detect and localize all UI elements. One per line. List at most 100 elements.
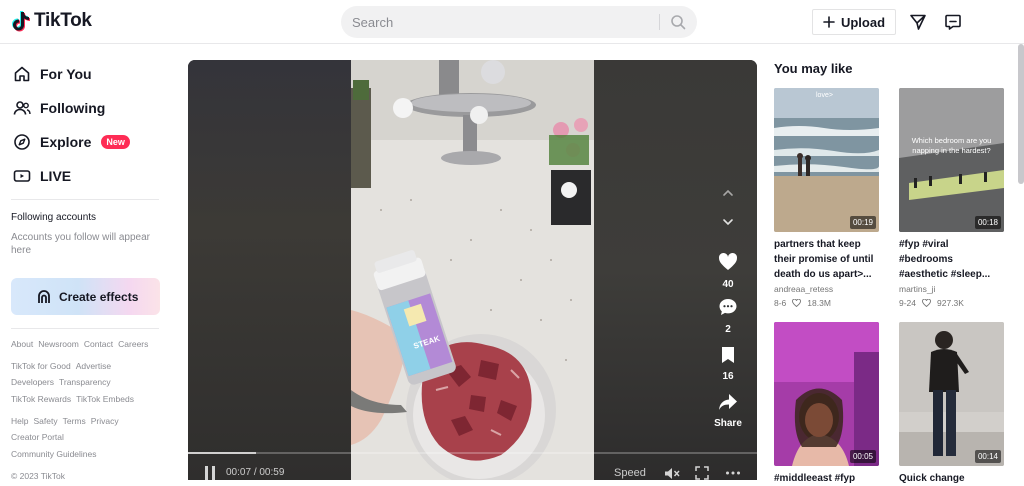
- footer-link[interactable]: Careers: [118, 339, 148, 349]
- footer-links: Creator Portal: [11, 432, 64, 442]
- footer-link[interactable]: TikTok Embeds: [76, 394, 134, 404]
- footer-link[interactable]: Developers: [11, 377, 54, 387]
- video-thumbnail[interactable]: 00:14: [899, 322, 1004, 466]
- video-player[interactable]: STEAK 40 2 16 Share 00:07 / 00:59 Speed: [188, 60, 757, 480]
- like-count: 40: [722, 279, 734, 290]
- duration: 00:59: [259, 467, 285, 478]
- sidebar-item-label: LIVE: [40, 168, 72, 184]
- create-effects-button[interactable]: Create effects: [11, 278, 160, 315]
- progress-track[interactable]: [188, 452, 757, 454]
- video-likes: 18.3M: [807, 298, 831, 308]
- footer-link[interactable]: TikTok for Good: [11, 361, 71, 371]
- video-title[interactable]: #fyp #viral #bedrooms #aesthetic #sleep.…: [899, 237, 1004, 282]
- more-dots-icon: [726, 471, 740, 475]
- upload-button[interactable]: Upload: [812, 9, 896, 35]
- video-card[interactable]: Which bedroom are you napping in the har…: [899, 88, 1004, 308]
- sidebar-item-live[interactable]: LIVE: [12, 166, 71, 186]
- search-button[interactable]: [667, 12, 689, 32]
- thumbnail-room: Which bedroom are you napping in the har…: [899, 88, 1004, 232]
- video-card[interactable]: 00:05 #middleeast #fyp: [774, 322, 879, 486]
- app-name: TikTok: [34, 10, 92, 31]
- video-frame[interactable]: STEAK: [351, 60, 594, 480]
- sidebar-item-label: For You: [40, 66, 92, 82]
- following-accounts-title: Following accounts: [11, 212, 97, 223]
- footer-link[interactable]: Advertise: [76, 361, 111, 371]
- thumbnail-fashion: [899, 322, 1004, 466]
- rail-title: You may like: [774, 61, 853, 76]
- tiktok-logo[interactable]: TikTok: [12, 10, 92, 32]
- video-author[interactable]: martins_ji: [899, 284, 1004, 294]
- recommendations-rail: You may like love> 00:19 partners that k…: [774, 44, 1014, 484]
- share-button[interactable]: Share: [708, 393, 748, 429]
- video-title[interactable]: #middleeast #fyp: [774, 471, 879, 486]
- create-effects-label: Create effects: [59, 289, 139, 304]
- thumbnail-caption: love>: [816, 92, 833, 99]
- following-accounts-empty: Accounts you follow will appear here: [11, 232, 150, 256]
- mute-button[interactable]: [664, 467, 680, 480]
- fullscreen-button[interactable]: [695, 466, 709, 480]
- footer-link[interactable]: Contact: [84, 339, 113, 349]
- current-time: 00:07: [226, 467, 252, 478]
- thumbnail-portrait-purple: [774, 322, 879, 466]
- video-date: 8-6: [774, 298, 787, 308]
- footer-link[interactable]: Newsroom: [38, 339, 79, 349]
- more-options-button[interactable]: [725, 466, 741, 480]
- footer-link[interactable]: Creator Portal: [11, 432, 64, 442]
- top-bar: TikTok Upload: [0, 0, 1024, 44]
- video-duration: 00:19: [849, 216, 876, 229]
- video-card[interactable]: love> 00:19 partners that keep their pro…: [774, 88, 879, 308]
- video-meta: 8-6 18.3M: [774, 298, 879, 308]
- page-scrollbar[interactable]: [1018, 44, 1024, 184]
- sidebar-item-label: Following: [40, 100, 106, 116]
- search-input[interactable]: [341, 14, 641, 30]
- sidebar-item-label: Explore: [40, 134, 92, 150]
- messages-button[interactable]: [908, 12, 928, 32]
- footer-links: Community Guidelines: [11, 449, 97, 459]
- divider: [11, 199, 159, 200]
- video-title[interactable]: partners that keep their promise of unti…: [774, 237, 879, 282]
- fullscreen-icon: [695, 466, 709, 480]
- like-button[interactable]: 40: [708, 252, 748, 290]
- footer-link[interactable]: Privacy: [91, 416, 119, 426]
- footer-link[interactable]: Terms: [63, 416, 86, 426]
- comment-button[interactable]: 2: [708, 297, 748, 335]
- heart-outline-icon: [792, 299, 802, 307]
- sidebar-item-following[interactable]: Following: [12, 98, 105, 118]
- previous-video-button[interactable]: [716, 181, 740, 205]
- share-label: Share: [714, 418, 742, 429]
- tiktok-note-icon: [12, 11, 30, 32]
- effects-icon: [38, 289, 50, 303]
- home-icon: [12, 64, 32, 84]
- video-thumbnail[interactable]: Which bedroom are you napping in the har…: [899, 88, 1004, 232]
- video-author[interactable]: andreaa_retess: [774, 284, 879, 294]
- new-badge: New: [101, 135, 130, 149]
- next-video-button[interactable]: [716, 210, 740, 234]
- footer-link[interactable]: Safety: [33, 416, 57, 426]
- sidebar-item-explore[interactable]: Explore New: [12, 132, 130, 152]
- video-thumbnail[interactable]: 00:05: [774, 322, 879, 466]
- video-card[interactable]: 00:14 Quick change: [899, 322, 1004, 486]
- pause-icon: [205, 466, 215, 480]
- share-arrow-icon: [719, 394, 737, 410]
- footer-link[interactable]: Transparency: [59, 377, 111, 387]
- footer-links: Developers Transparency: [11, 377, 111, 387]
- pause-button[interactable]: [204, 466, 216, 480]
- footer-link[interactable]: Community Guidelines: [11, 449, 97, 459]
- save-button[interactable]: 16: [708, 346, 748, 382]
- video-title[interactable]: Quick change: [899, 471, 1004, 486]
- speed-button[interactable]: Speed: [614, 467, 646, 479]
- footer-link[interactable]: About: [11, 339, 33, 349]
- bookmark-icon: [722, 347, 734, 363]
- inbox-button[interactable]: [943, 12, 963, 32]
- sidebar-item-for-you[interactable]: For You: [12, 64, 92, 84]
- thumbnail-beach: love>: [774, 88, 879, 232]
- video-duration: 00:18: [974, 216, 1001, 229]
- inbox-icon: [945, 14, 961, 30]
- video-duration: 00:14: [974, 450, 1001, 463]
- footer-link[interactable]: TikTok Rewards: [11, 394, 71, 404]
- chevron-up-icon: [723, 189, 733, 196]
- video-thumbnail[interactable]: love> 00:19: [774, 88, 879, 232]
- footer-link[interactable]: Help: [11, 416, 28, 426]
- thumbnail-caption: Which bedroom are you napping in the har…: [911, 136, 992, 155]
- video-meta: 9-24 927.3K: [899, 298, 1004, 308]
